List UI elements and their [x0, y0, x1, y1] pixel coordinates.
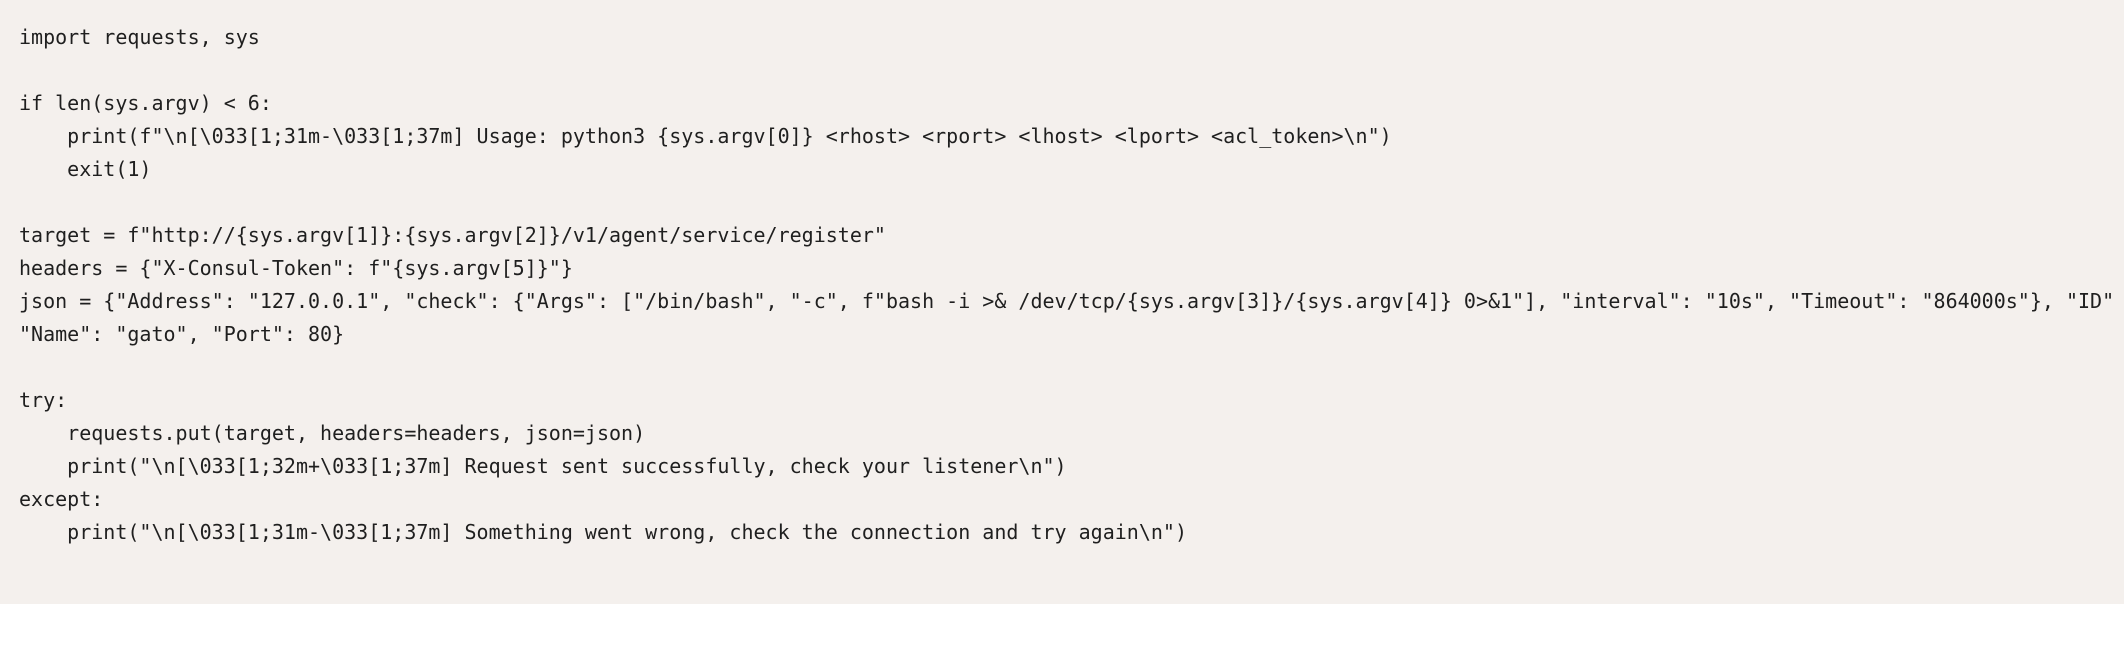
code-content: import requests, sys if len(sys.argv) < 6…: [19, 21, 2114, 549]
code-line: requests.put(target, headers=headers, js…: [19, 421, 646, 445]
code-line: print("\n[\033[1;31m-\033[1;37m] Somethi…: [19, 520, 1187, 544]
code-line: print(f"\n[\033[1;31m-\033[1;37m] Usage:…: [19, 124, 1392, 148]
code-line: "Name": "gato", "Port": 80}: [19, 322, 345, 346]
code-line: json = {"Address": "127.0.0.1", "check":…: [19, 289, 2115, 313]
code-block: import requests, sys if len(sys.argv) < 6…: [0, 0, 2124, 604]
code-line: import requests, sys: [19, 25, 260, 49]
code-line: try:: [19, 388, 68, 412]
code-line: except:: [19, 487, 104, 511]
code-line: print("\n[\033[1;32m+\033[1;37m] Request…: [19, 454, 1067, 478]
code-line: exit(1): [19, 157, 152, 181]
code-line: target = f"http://{sys.argv[1]}:{sys.arg…: [19, 223, 886, 247]
code-line: if len(sys.argv) < 6:: [19, 91, 272, 115]
code-line: headers = {"X-Consul-Token": f"{sys.argv…: [19, 256, 573, 280]
